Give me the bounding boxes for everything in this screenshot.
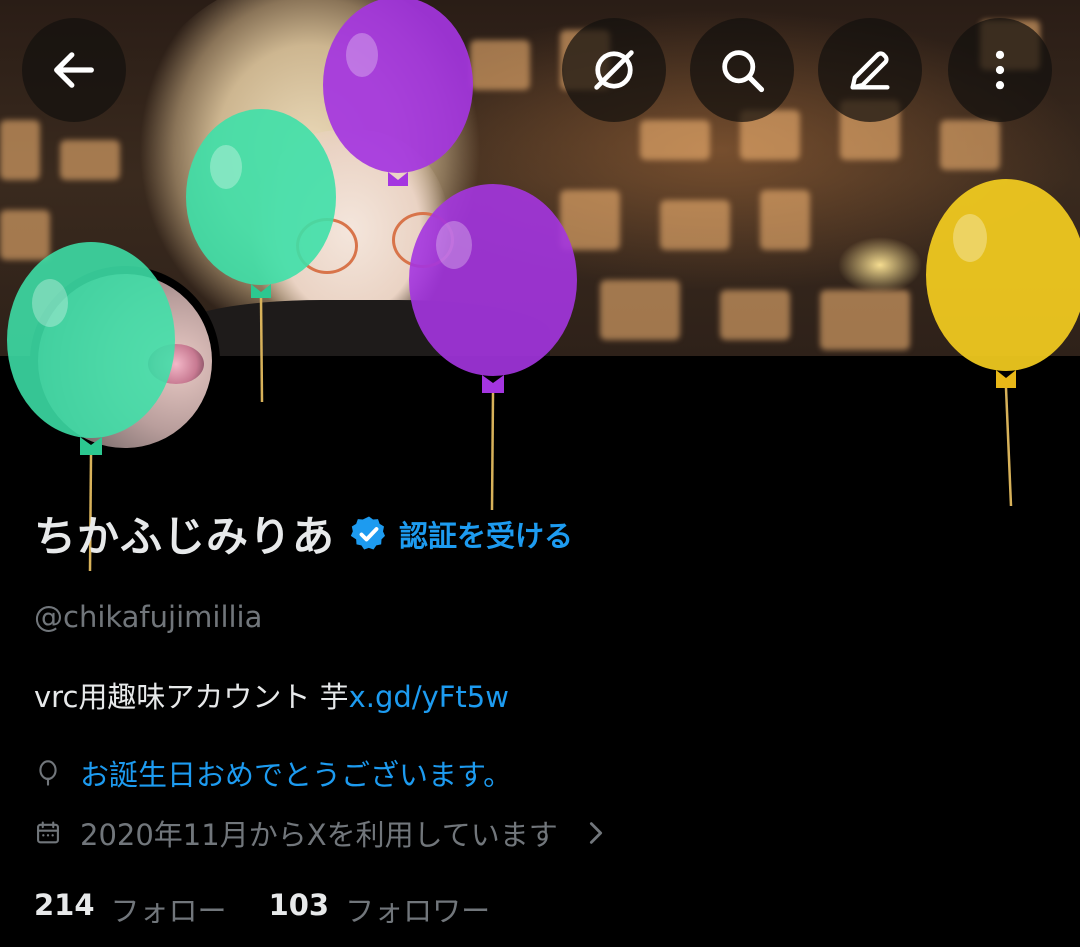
purple-balloon-icon xyxy=(322,0,474,200)
name-row: ちかふじみりあ 認証を受ける xyxy=(34,503,573,564)
followers-count[interactable]: 103 xyxy=(269,888,330,930)
calendar-icon xyxy=(37,821,59,844)
yellow-balloon-icon xyxy=(926,179,1080,510)
birthday-row: お誕生日おめでとうございます。 xyxy=(34,752,512,794)
birthday-text: お誕生日おめでとうございます。 xyxy=(80,758,513,792)
bio-link[interactable]: x.gd/yFt5w xyxy=(349,680,509,714)
display-name: ちかふじみりあ xyxy=(34,512,336,561)
search-icon xyxy=(722,50,765,93)
pencil-icon xyxy=(850,51,890,90)
slash-circle-icon xyxy=(594,50,634,90)
purple-balloon-icon xyxy=(408,184,578,515)
following-label[interactable]: フォロー xyxy=(111,888,227,930)
user-handle: @chikafujimillia xyxy=(34,600,263,634)
green-balloon-icon xyxy=(186,109,336,407)
grok-button[interactable] xyxy=(562,18,666,122)
bio: vrc用趣味アカウント 芋x.gd/yFt5w xyxy=(34,674,509,716)
bio-text: vrc用趣味アカウント 芋 xyxy=(34,680,349,714)
balloon-icon xyxy=(39,760,57,786)
joined-row[interactable]: 2020年11月からXを利用しています xyxy=(34,812,628,854)
get-verified-link[interactable]: 認証を受ける xyxy=(399,513,573,555)
verified-badge-icon[interactable] xyxy=(349,514,389,554)
back-button[interactable] xyxy=(22,18,126,122)
search-button[interactable] xyxy=(690,18,794,122)
more-vertical-icon xyxy=(995,50,1005,90)
edit-button[interactable] xyxy=(818,18,922,122)
follow-counts: 214 フォロー 103 フォロワー xyxy=(34,888,532,930)
followers-label[interactable]: フォロワー xyxy=(345,888,490,930)
more-button[interactable] xyxy=(948,18,1052,122)
chevron-right-icon xyxy=(589,822,602,844)
arrow-left-icon xyxy=(54,52,94,88)
joined-text: 2020年11月からXを利用しています xyxy=(80,818,558,852)
following-count[interactable]: 214 xyxy=(34,888,95,930)
